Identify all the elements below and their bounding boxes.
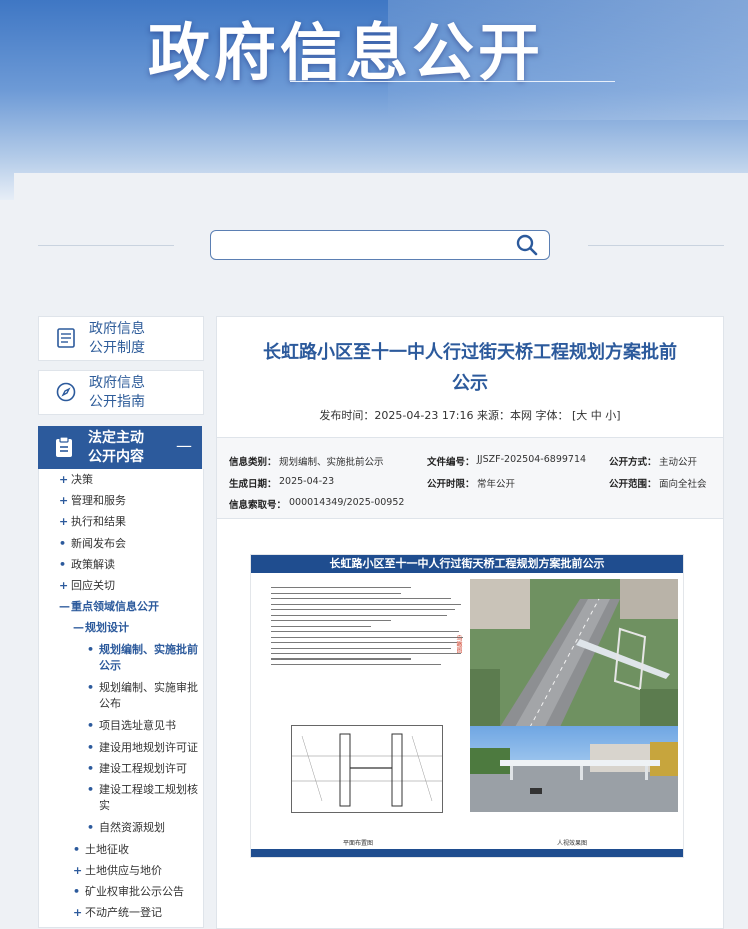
rendering-photo (470, 726, 678, 812)
announcement-image: 长虹路小区至十一中人行过街天桥工程规划方案批前公示 鸟瞰图 平面布置图 人视效果… (250, 554, 684, 858)
plan-caption: 平面布置图 (343, 840, 374, 847)
label-line: 公开指南 (89, 394, 145, 410)
bullet-icon: • (59, 558, 67, 571)
tree-item-label: 实 (99, 799, 110, 812)
bullet-icon: • (73, 843, 81, 856)
tree-item-label: 管理和服务 (71, 494, 126, 507)
compass-icon (55, 381, 77, 403)
sidebar-card-label: 政府信息 公开制度 (89, 320, 145, 358)
clipboard-icon (54, 436, 74, 462)
tree-item-label: 规划编制、实施审批 (99, 681, 198, 694)
collapse-icon: — (73, 621, 84, 634)
tree-item-label: 矿业权审批公示公告 (85, 885, 184, 898)
search-input[interactable] (219, 235, 503, 257)
search-divider-left (38, 245, 174, 246)
tree-item-label: 决策 (71, 473, 93, 486)
expand-icon: + (73, 906, 83, 919)
bullet-icon: • (59, 537, 67, 550)
render-caption: 人视效果图 (557, 840, 588, 847)
info-value: 主动公开 (659, 457, 698, 468)
info-value: 面向全社会 (659, 479, 707, 490)
bullet-icon: • (87, 741, 95, 754)
collapse-icon[interactable]: — (176, 436, 192, 455)
tree-item-label: 自然资源规划 (99, 821, 165, 834)
tree-item-label: 规划设计 (85, 621, 129, 634)
title-line: 长虹路小区至十一中人行过街天桥工程规划方案批前 (263, 342, 677, 363)
sidebar-card-guide[interactable]: 政府信息 公开指南 (38, 370, 204, 415)
label-line: 政府信息 (89, 321, 145, 337)
bullet-icon: • (87, 783, 95, 796)
aerial-photo (470, 579, 678, 727)
label-line: 政府信息 (89, 375, 145, 391)
tree-item-label: 建设工程竣工规划核 (99, 783, 198, 796)
content-panel: 政府信息 公开制度 政府信息 公开指南 法定主动 公开内容 — + 决策 + 管… (14, 173, 748, 929)
poster-footer-bar (251, 849, 683, 857)
info-table: 信息类别： 规划编制、实施批前公示 文件编号： JJSZF-202504-689… (217, 437, 723, 519)
info-key: 信息索取号： (229, 500, 287, 511)
info-key: 公开方式： (609, 457, 657, 468)
sidebar-section-label: 法定主动 公开内容 (88, 429, 144, 467)
info-key: 信息类别： (229, 457, 277, 468)
tree-item-label: 回应关切 (71, 579, 115, 592)
tree-item-label: 政策解读 (71, 558, 115, 571)
title-line: 公示 (452, 373, 488, 394)
tree-item-label: 不动产统一登记 (85, 906, 162, 919)
tree-item-label: 重点领域信息公开 (71, 600, 159, 613)
expand-icon: + (59, 473, 69, 486)
bullet-icon: • (87, 643, 95, 656)
search-row (14, 173, 748, 313)
tree-item-label: 项目选址意见书 (99, 719, 176, 732)
collapse-icon: — (59, 600, 70, 613)
sidebar-section-active[interactable]: 法定主动 公开内容 — (38, 426, 202, 469)
poster-text-block (271, 583, 471, 669)
article-title: 长虹路小区至十一中人行过街天桥工程规划方案批前 公示 (217, 337, 723, 399)
banner-underline (290, 81, 615, 82)
info-value: JJSZF-202504-6899714 (477, 454, 587, 465)
expand-icon: + (59, 579, 69, 592)
label-line: 公开内容 (88, 449, 144, 465)
label-line: 法定主动 (88, 430, 144, 446)
poster-heading: 长虹路小区至十一中人行过街天桥工程规划方案批前公示 (251, 555, 683, 573)
tree-item-label: 规划编制、实施批前 (99, 643, 198, 656)
info-value: 常年公开 (477, 479, 516, 490)
tree-item-label: 公布 (99, 697, 121, 710)
bullet-icon: • (87, 719, 95, 732)
info-key: 文件编号： (427, 457, 475, 468)
tree-item-label: 土地供应与地价 (85, 864, 162, 877)
sidebar-card-system[interactable]: 政府信息 公开制度 (38, 316, 204, 361)
search-divider-right (588, 245, 724, 246)
article-meta: 发布时间：2025-04-23 17:16 来源：本网 字体： [大 中 小] (319, 409, 621, 422)
search-box (210, 230, 550, 260)
bullet-icon: • (73, 885, 81, 898)
info-value: 000014349/2025-00952 (289, 497, 405, 508)
expand-icon: + (59, 515, 69, 528)
info-key: 生成日期： (229, 479, 277, 490)
info-key: 公开时限： (427, 479, 475, 490)
info-value: 2025-04-23 (279, 476, 335, 487)
tree-item-label: 建设用地规划许可证 (99, 741, 198, 754)
article-panel: 长虹路小区至十一中人行过街天桥工程规划方案批前 公示 发布时间：2025-04-… (216, 316, 724, 929)
sidebar-card-label: 政府信息 公开指南 (89, 374, 145, 412)
poster-side-label: 鸟瞰图 (455, 635, 462, 653)
tree-item-label: 新闻发布会 (71, 537, 126, 550)
header-banner: 政府信息公开 (0, 0, 748, 200)
document-list-icon (55, 327, 77, 349)
tree-item-label: 土地征收 (85, 843, 129, 856)
search-icon[interactable] (515, 234, 539, 256)
bullet-icon: • (87, 681, 95, 694)
banner-title: 政府信息公开 (148, 16, 545, 89)
tree-item-label: 建设工程规划许可 (99, 762, 187, 775)
tree-item-label: 公示 (99, 659, 121, 672)
label-line: 公开制度 (89, 340, 145, 356)
info-key: 公开范围： (609, 479, 657, 490)
bullet-icon: • (87, 821, 95, 834)
sidebar-tree: + 决策 + 管理和服务 + 执行和结果 • 新闻发布会 • 政策解读 + 回应关切 — 重点… (38, 469, 204, 928)
floor-plan-drawing (291, 725, 443, 813)
expand-icon: + (59, 494, 69, 507)
tree-item-label: 执行和结果 (71, 515, 126, 528)
bullet-icon: • (87, 762, 95, 775)
expand-icon: + (73, 864, 83, 877)
info-value: 规划编制、实施批前公示 (279, 457, 384, 468)
